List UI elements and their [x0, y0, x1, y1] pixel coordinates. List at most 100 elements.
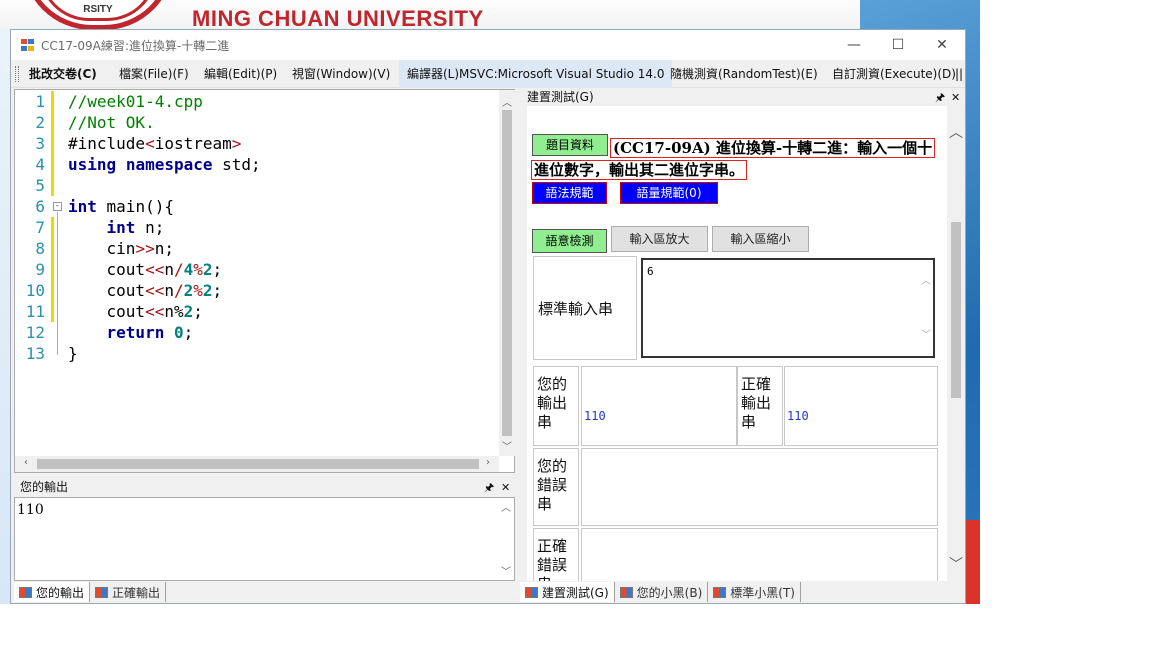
line-number: 9: [35, 260, 45, 279]
code-token: #include: [68, 134, 146, 153]
shrink-input-button[interactable]: 輸入區縮小: [712, 226, 809, 252]
your-output-value: 110: [584, 409, 606, 423]
window-icon: [95, 586, 109, 598]
code-line[interactable]: cin>>n;: [68, 238, 174, 259]
code-line[interactable]: return 0;: [68, 322, 194, 343]
code-token: 0: [173, 323, 184, 342]
tab-standard-console[interactable]: 標準小黑(T): [708, 582, 801, 602]
line-number-gutter: 1 2 3 4 5 6 7 8 9 10 11 12 13-: [15, 90, 62, 472]
build-test-scroll-thumb[interactable]: [951, 222, 961, 398]
close-button[interactable]: ✕: [929, 34, 955, 56]
menu-random-test[interactable]: 隨機測資(RandomTest)(E): [666, 60, 822, 88]
code-token: //week01-4.cpp: [68, 92, 203, 111]
close-panel-icon[interactable]: ✕: [501, 479, 510, 496]
title-bar: CC17-09A練習:進位換算-十轉二進 — ☐ ✕: [11, 30, 965, 60]
editor-hscroll-thumb[interactable]: [37, 459, 479, 469]
code-line[interactable]: cout<<n%2;: [68, 301, 203, 322]
scroll-down-icon[interactable]: ﹀: [919, 326, 933, 341]
pin-icon[interactable]: 🖈: [935, 89, 945, 106]
tab-label: 建置測試(G): [542, 585, 609, 600]
tab-your-console[interactable]: 您的小黑(B): [615, 582, 709, 602]
code-token: ;: [212, 281, 223, 300]
changed-line-marker: [51, 259, 54, 280]
code-line[interactable]: cout<<n/2%2;: [68, 280, 223, 301]
enlarge-input-button[interactable]: 輸入區放大: [611, 226, 708, 252]
menu-file[interactable]: 檔案(File)(F): [115, 60, 193, 88]
line-number: 2: [35, 113, 45, 132]
scroll-left-icon[interactable]: ‹: [19, 457, 33, 468]
editor-horizontal-scrollbar[interactable]: ‹ ›: [15, 456, 499, 472]
tab-build-test[interactable]: 建置測試(G): [520, 582, 615, 602]
stdin-label: 標準輸入串: [533, 256, 637, 360]
line-number: 6: [35, 197, 45, 216]
build-test-panel: 建置測試(G) 🖈 ✕ 題目資料 (CC17-09A) 進位換算-十轉二進：輸入…: [527, 89, 965, 581]
menu-submit[interactable]: 批改交卷(C): [25, 60, 101, 88]
build-test-scrollbar[interactable]: ︿ ﹀: [947, 106, 965, 581]
tab-your-output[interactable]: 您的輸出: [14, 582, 91, 602]
menu-grip-icon[interactable]: [15, 66, 19, 82]
code-token: namespace: [125, 155, 213, 174]
correct-output-label: 正確 輸出 串: [737, 366, 783, 446]
code-line[interactable]: int main(){: [68, 196, 174, 217]
tab-label: 標準小黑(T): [730, 585, 795, 600]
code-token: cin: [68, 239, 136, 258]
editor-vertical-scrollbar[interactable]: ︿ ﹀: [499, 90, 515, 456]
code-line[interactable]: //week01-4.cpp: [68, 91, 203, 112]
problem-text-line1: (CC17-09A) 進位換算-十轉二進：輸入一個十: [610, 138, 936, 158]
stdin-cell: 6 ︿ ﹀: [639, 256, 937, 360]
scroll-down-icon[interactable]: ﹀: [949, 554, 963, 574]
code-editor[interactable]: 1 2 3 4 5 6 7 8 9 10 11 12 13- //week01-4.cpp//Not O…: [14, 89, 515, 473]
code-token: >: [231, 134, 242, 153]
code-line[interactable]: using namespace std;: [68, 154, 261, 175]
scroll-right-icon[interactable]: ›: [481, 457, 495, 468]
code-line[interactable]: }: [68, 343, 78, 364]
tab-correct-output[interactable]: 正確輸出: [90, 582, 167, 602]
maximize-button[interactable]: ☐: [885, 34, 911, 56]
stdin-input[interactable]: 6 ︿ ﹀: [641, 258, 935, 358]
code-token: }: [68, 344, 78, 363]
changed-line-marker: [51, 217, 54, 238]
code-line[interactable]: //Not OK.: [68, 112, 155, 133]
code-token: iostream: [154, 134, 232, 153]
changed-line-marker: [51, 238, 54, 259]
collapse-icon[interactable]: -: [53, 202, 62, 211]
code-token: return: [106, 323, 165, 342]
volume-rules-button[interactable]: 語量規範(0): [620, 182, 718, 204]
syntax-rules-button[interactable]: 語法規範: [532, 182, 607, 204]
output-content[interactable]: 110: [14, 497, 515, 581]
menu-compiler[interactable]: 編譯器(L)MSVC:Microsoft Visual Studio 14.0: [399, 60, 673, 88]
menu-overflow-icon[interactable]: ||: [955, 60, 963, 88]
code-token: <: [145, 134, 155, 153]
problem-data-button[interactable]: 題目資料: [532, 134, 608, 156]
close-panel-icon[interactable]: ✕: [951, 89, 960, 106]
output-tabs: 您的輸出 正確輸出: [14, 582, 167, 602]
semantic-check-button[interactable]: 語意檢測: [532, 229, 607, 253]
changed-line-marker: [51, 91, 54, 112]
scroll-up-icon[interactable]: ︿: [919, 272, 933, 287]
code-line[interactable]: int n;: [68, 217, 165, 238]
minimize-button[interactable]: —: [841, 34, 867, 56]
scroll-up-icon[interactable]: ︿: [500, 94, 514, 109]
scroll-down-icon[interactable]: ﹀: [500, 438, 514, 453]
scroll-down-icon[interactable]: ﹀: [499, 563, 513, 578]
code-line[interactable]: #include<iostream>: [68, 133, 241, 154]
code-token: <<: [145, 260, 165, 279]
build-test-title: 建置測試(G): [527, 90, 594, 104]
line-number: 3: [35, 134, 45, 153]
correct-output-cell: 110: [784, 366, 938, 446]
tab-label: 您的小黑(B): [636, 585, 703, 600]
code-token: n;: [135, 218, 165, 237]
university-logo: RSITY: [22, 0, 174, 30]
menu-bar: 批改交卷(C) 檔案(File)(F) 編輯(Edit)(P) 視窗(Windo…: [11, 60, 965, 88]
scroll-up-icon[interactable]: ︿: [499, 499, 513, 514]
menu-edit[interactable]: 編輯(Edit)(P): [200, 60, 281, 88]
stdin-value[interactable]: 6: [647, 265, 654, 278]
pin-icon[interactable]: 🖈: [484, 479, 494, 496]
menu-window[interactable]: 視窗(Window)(V): [288, 60, 394, 88]
code-line[interactable]: cout<<n/4%2;: [68, 259, 223, 280]
editor-vscroll-thumb[interactable]: [502, 110, 512, 436]
menu-custom-test[interactable]: 自訂測資(Execute)(D): [828, 60, 960, 88]
scroll-up-icon[interactable]: ︿: [949, 122, 963, 142]
output-scrollbar[interactable]: ︿ ﹀: [499, 499, 514, 579]
code-token: 2: [183, 281, 194, 300]
